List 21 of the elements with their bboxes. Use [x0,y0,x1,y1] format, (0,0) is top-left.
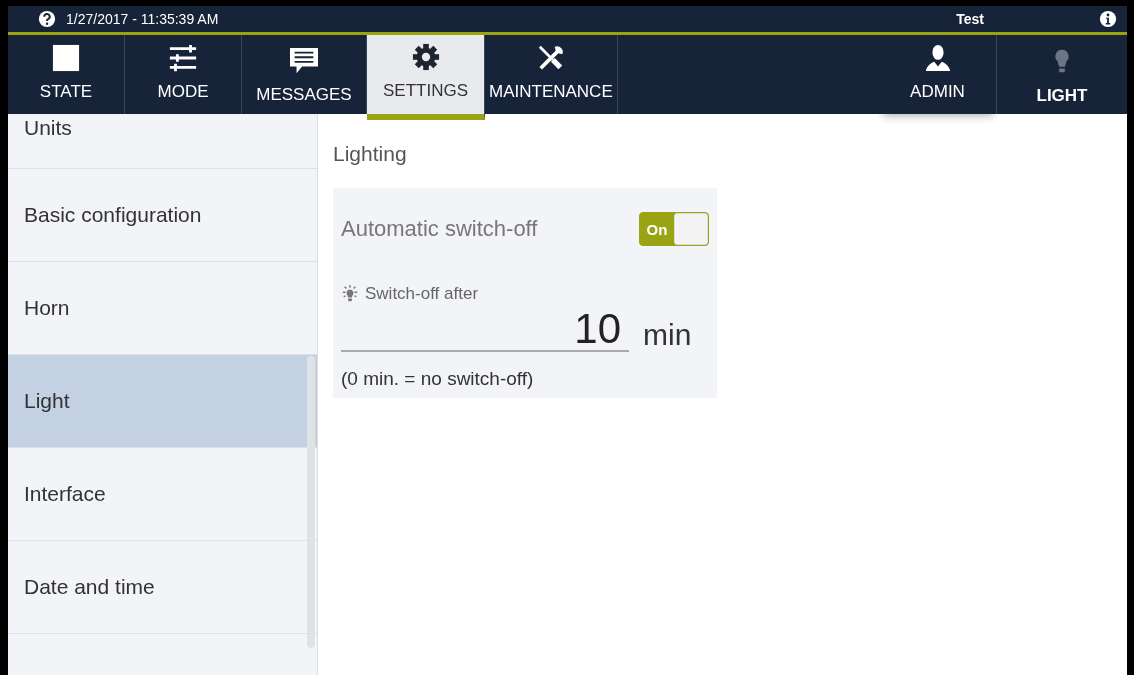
gear-icon [410,43,441,71]
message-icon [289,47,319,75]
light-bulb-icon [341,285,359,303]
sidebar-item[interactable]: Units [8,114,317,169]
sliders-icon [168,44,198,72]
date-time: 1/27/2017 - 11:35:39 AM [66,11,219,27]
field-label: Switch-off after [365,284,479,304]
help-icon[interactable] [38,10,56,28]
nav-tab[interactable]: ADMIN [879,35,997,114]
user-name: Test [956,11,984,27]
minutes-input[interactable]: 10 [341,306,629,352]
unit-label: min [643,318,692,352]
section-title: Lighting [333,142,408,166]
sidebar-item[interactable]: Light [8,355,317,448]
toggle-label: Automatic switch-off [341,216,538,242]
nav-tab[interactable]: SETTINGS [367,35,485,120]
square-icon [51,44,81,72]
info-icon[interactable] [1099,10,1117,28]
scrollbar[interactable] [307,356,315,648]
hint-text: (0 min. = no switch-off) [341,368,535,390]
sidebar-item[interactable]: Basic configuration [8,169,317,262]
